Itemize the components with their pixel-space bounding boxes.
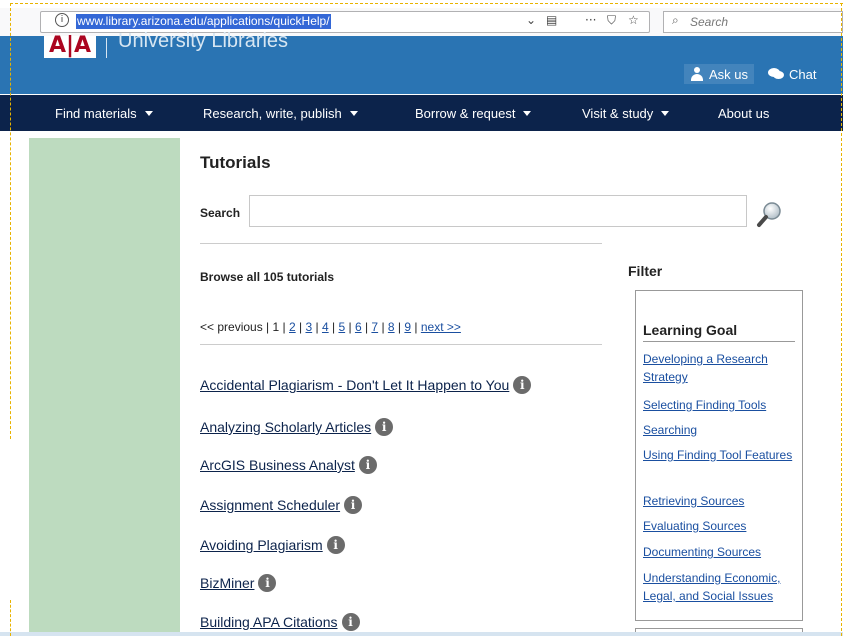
search-icon: ⌕ xyxy=(672,13,679,27)
filter-link[interactable]: Selecting Finding Tools xyxy=(643,396,801,414)
person-icon xyxy=(690,67,704,81)
tutorial-search-input[interactable] xyxy=(249,195,747,227)
pager-page[interactable]: 4 xyxy=(322,320,329,334)
info-icon[interactable]: i xyxy=(326,536,345,554)
info-icon[interactable]: i xyxy=(341,613,360,631)
tutorial-link[interactable]: Avoiding Plagiarism xyxy=(200,537,323,553)
chat-bubble-icon xyxy=(768,68,784,80)
list-item: Avoiding Plagiarism i xyxy=(200,536,345,554)
pager-page[interactable]: 2 xyxy=(289,320,296,334)
selection-outline xyxy=(841,3,842,636)
tutorial-link[interactable]: Analyzing Scholarly Articles xyxy=(200,419,371,435)
nav-research-write-publish[interactable]: Research, write, publish xyxy=(203,106,358,121)
pager-page[interactable]: 6 xyxy=(355,320,362,334)
filter-link[interactable]: Documenting Sources xyxy=(643,543,801,561)
chat-button[interactable]: Chat xyxy=(768,64,816,84)
info-icon[interactable]: i xyxy=(258,574,277,592)
info-icon[interactable]: i xyxy=(344,496,363,514)
list-item: ArcGIS Business Analyst i xyxy=(200,456,377,474)
nav-visit-study[interactable]: Visit & study xyxy=(582,106,670,121)
info-icon[interactable]: i xyxy=(358,456,377,474)
info-icon[interactable]: i xyxy=(375,418,394,436)
pager-page[interactable]: 8 xyxy=(388,320,395,334)
pager-page[interactable]: 5 xyxy=(338,320,345,334)
info-icon[interactable]: i xyxy=(513,376,532,394)
filter-link[interactable]: Evaluating Sources xyxy=(643,517,801,535)
info-icon[interactable]: i xyxy=(55,13,69,27)
caret-down-icon xyxy=(523,111,532,116)
tutorial-link[interactable]: Building APA Citations xyxy=(200,614,338,630)
chat-label: Chat xyxy=(789,66,817,82)
chevron-down-icon[interactable]: ⌄ xyxy=(526,13,536,27)
selection-outline xyxy=(10,600,11,636)
nav-borrow-request[interactable]: Borrow & request xyxy=(415,106,532,121)
ask-us-label: Ask us xyxy=(709,66,749,82)
nav-about-us[interactable]: About us xyxy=(718,106,769,121)
filter-heading: Filter xyxy=(628,263,663,279)
nav-find-materials[interactable]: Find materials xyxy=(55,106,153,121)
logo-divider xyxy=(106,38,107,58)
tutorial-link[interactable]: BizMiner xyxy=(200,575,254,591)
pager-current: 1 xyxy=(272,320,280,334)
filter-link[interactable]: Using Finding Tool Features xyxy=(643,446,801,464)
filter-link[interactable]: Searching xyxy=(643,421,801,439)
caret-down-icon xyxy=(661,111,670,116)
tutorial-link[interactable]: Assignment Scheduler xyxy=(200,497,340,513)
url-text[interactable]: www.library.arizona.edu/applications/qui… xyxy=(76,14,331,29)
list-item: Building APA Citations i xyxy=(200,613,360,631)
reader-icon[interactable]: ▤ xyxy=(546,13,557,27)
ask-us-button[interactable]: Ask us xyxy=(684,64,755,84)
site-name[interactable]: University Libraries xyxy=(118,30,288,53)
caret-down-icon xyxy=(144,111,153,116)
arizona-a-icon: A|A xyxy=(49,33,92,58)
pager-page[interactable]: 3 xyxy=(305,320,312,334)
filter-link[interactable]: Developing a Research Strategy xyxy=(643,350,801,386)
pagination: << previous | 1 | 2 | 3 | 4 | 5 | 6 | 7 … xyxy=(200,320,461,334)
search-label: Search xyxy=(200,206,241,220)
learning-goal-heading: Learning Goal xyxy=(643,322,795,342)
left-sidebar xyxy=(29,138,180,636)
page-title: Tutorials xyxy=(200,153,271,172)
browse-heading: Browse all 105 tutorials xyxy=(200,270,335,284)
caret-down-icon xyxy=(349,111,358,116)
pocket-icon[interactable]: ⛉ xyxy=(607,13,616,28)
pager-next[interactable]: next >> xyxy=(421,320,461,334)
tutorial-link[interactable]: ArcGIS Business Analyst xyxy=(200,457,355,473)
filter-link[interactable]: Retrieving Sources xyxy=(643,492,801,510)
tutorial-link[interactable]: Accidental Plagiarism - Don't Let It Hap… xyxy=(200,377,509,393)
list-item: Accidental Plagiarism - Don't Let It Hap… xyxy=(200,376,532,394)
filter-link[interactable]: Understanding Economic, Legal, and Socia… xyxy=(643,569,801,605)
divider xyxy=(200,243,602,244)
pager-page[interactable]: 9 xyxy=(404,320,411,334)
pager-page[interactable]: 7 xyxy=(371,320,378,334)
browser-search-placeholder: Search xyxy=(690,15,729,29)
divider xyxy=(200,344,602,345)
bottom-edge xyxy=(0,632,843,636)
list-item: BizMiner i xyxy=(200,574,277,592)
list-item: Assignment Scheduler i xyxy=(200,496,363,514)
more-icon[interactable]: ··· xyxy=(585,13,596,27)
pager-previous[interactable]: << previous xyxy=(200,320,263,334)
selection-outline xyxy=(10,3,11,439)
star-icon[interactable]: ☆ xyxy=(628,13,639,27)
selection-outline xyxy=(10,3,843,4)
search-icon[interactable] xyxy=(756,200,784,228)
list-item: Analyzing Scholarly Articles i xyxy=(200,418,394,436)
